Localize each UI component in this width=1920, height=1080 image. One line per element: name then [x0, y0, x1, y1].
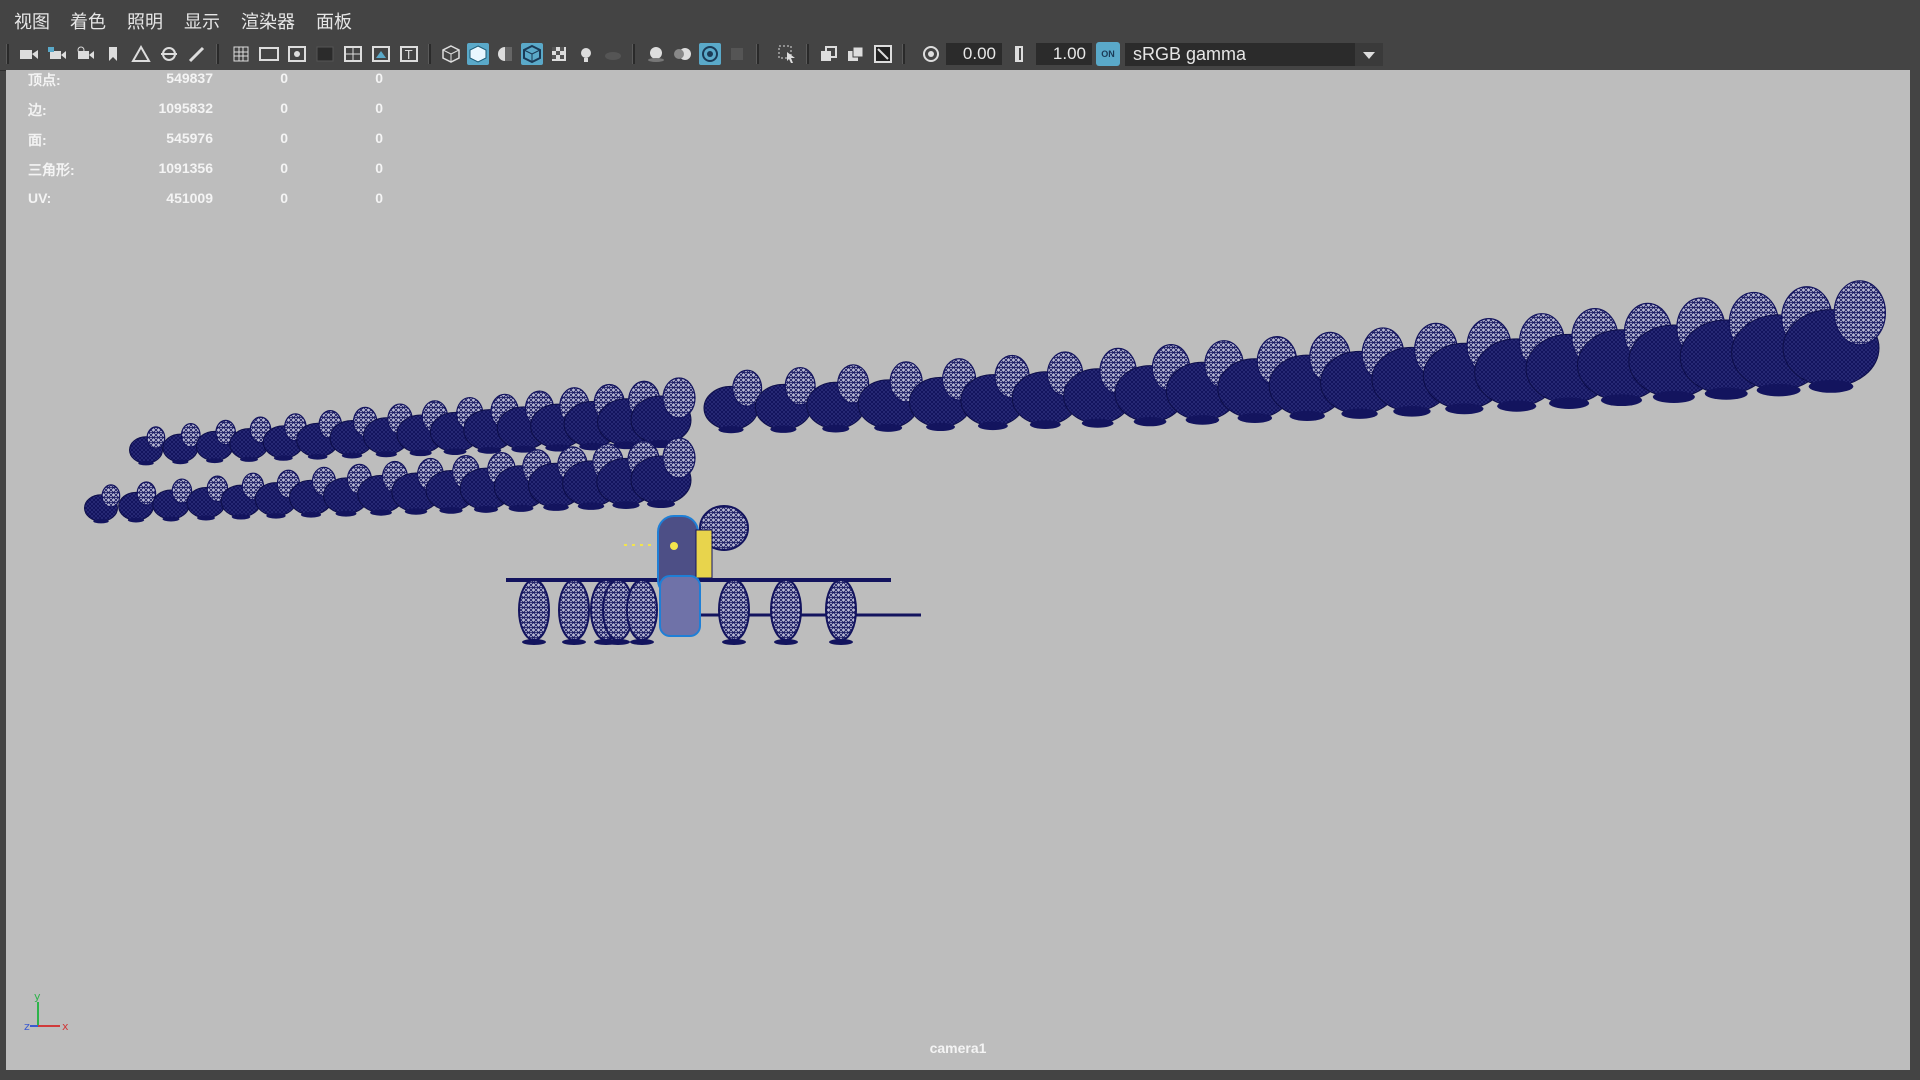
menu-renderer[interactable]: 渲染器: [241, 8, 295, 34]
camera-lock-icon[interactable]: [74, 43, 96, 65]
gamma-icon[interactable]: [920, 43, 942, 65]
panel-menubar: 视图 着色 照明 显示 渲染器 面板: [0, 0, 1920, 38]
toolbar-separator: [6, 44, 9, 64]
colorspace-value: sRGB gamma: [1133, 44, 1247, 64]
character-mesh[interactable]: [152, 478, 193, 522]
safe-action-icon[interactable]: [370, 43, 392, 65]
panel-edge-right: [1910, 70, 1920, 1070]
xray-joints-icon[interactable]: [872, 43, 894, 65]
axis-x-label: x: [62, 1020, 69, 1032]
default-material-icon[interactable]: [494, 43, 516, 65]
character-mesh[interactable]: [162, 423, 201, 465]
menu-show[interactable]: 显示: [184, 8, 220, 34]
exposure-icon[interactable]: [1008, 43, 1030, 65]
field-chart-icon[interactable]: [342, 43, 364, 65]
colorspace-dropdown[interactable]: sRGB gamma: [1125, 43, 1383, 66]
grid-icon[interactable]: [230, 43, 252, 65]
resolution-gate-icon[interactable]: [286, 43, 308, 65]
view-axis-indicator: y z x: [24, 990, 74, 1033]
wireframe-shading-icon[interactable]: [440, 43, 462, 65]
character-instances-upper-row[interactable]: [703, 280, 1887, 434]
menu-view[interactable]: 视图: [14, 8, 50, 34]
character-mesh[interactable]: [718, 579, 750, 645]
xray-active-components-icon[interactable]: [845, 43, 867, 65]
toolbar-separator: [216, 44, 219, 64]
character-mesh[interactable]: [518, 579, 550, 645]
character-mesh[interactable]: [626, 579, 658, 645]
toolbar-separator: [428, 44, 431, 64]
scene-wireframe-models[interactable]: [6, 70, 1910, 1070]
color-management-toggle[interactable]: ON: [1096, 42, 1120, 66]
menu-panels[interactable]: 面板: [316, 8, 352, 34]
gate-mask-icon[interactable]: [314, 43, 336, 65]
axis-y-label: y: [34, 992, 41, 1003]
character-mesh[interactable]: [770, 579, 802, 645]
toolbar-separator: [756, 44, 759, 64]
character-mesh[interactable]: [558, 579, 590, 645]
textured-icon[interactable]: [548, 43, 570, 65]
image-plane-icon[interactable]: [130, 43, 152, 65]
gamma-field[interactable]: 0.00: [946, 43, 1002, 65]
character-mesh[interactable]: [84, 484, 121, 524]
color-management-badge: ON: [1101, 49, 1115, 59]
panel-edge-bottom: [0, 1070, 1920, 1080]
character-mesh[interactable]: [118, 481, 157, 523]
film-gate-icon[interactable]: [258, 43, 280, 65]
toolbar-separator: [632, 44, 635, 64]
menu-lighting[interactable]: 照明: [127, 8, 163, 34]
menu-shading[interactable]: 着色: [70, 8, 106, 34]
exposure-field[interactable]: 1.00: [1036, 43, 1092, 65]
select-camera-icon[interactable]: [18, 43, 40, 65]
toolbar-separator: [806, 44, 809, 64]
bookmark-icon[interactable]: [102, 43, 124, 65]
anti-aliasing-icon[interactable]: [699, 43, 721, 65]
two-d-pan-zoom-icon[interactable]: [158, 43, 180, 65]
maya-viewport-window: 视图 着色 照明 显示 渲染器 面板 T 0.00 1.00 ON sRGB g…: [0, 0, 1920, 1080]
axis-z-label: z: [24, 1020, 30, 1032]
safe-title-icon[interactable]: T: [398, 43, 420, 65]
ambient-occlusion-icon[interactable]: [645, 43, 667, 65]
xray-icon[interactable]: [818, 43, 840, 65]
use-all-lights-icon[interactable]: [575, 43, 597, 65]
character-mesh[interactable]: [825, 579, 857, 645]
depth-of-field-icon[interactable]: [726, 43, 748, 65]
3d-viewport[interactable]: 顶点: 549837 0 0 边: 1095832 0 0 面: 545976 …: [6, 70, 1910, 1070]
shadows-icon[interactable]: [602, 43, 624, 65]
character-instances-front-row[interactable]: [506, 578, 921, 645]
wireframe-on-shaded-icon[interactable]: [521, 43, 543, 65]
svg-text:T: T: [404, 48, 413, 62]
chevron-down-icon[interactable]: [1355, 43, 1383, 66]
camera-name-label: camera1: [929, 1040, 987, 1056]
camera-attributes-icon[interactable]: [46, 43, 68, 65]
character-mesh[interactable]: [129, 426, 166, 466]
motion-blur-icon[interactable]: [672, 43, 694, 65]
character-mesh[interactable]: [703, 369, 763, 434]
grease-pencil-icon[interactable]: [186, 43, 208, 65]
isolate-select-icon[interactable]: [776, 43, 798, 65]
panel-toolbar: T 0.00 1.00 ON sRGB gamma: [0, 38, 1920, 71]
character-mesh[interactable]: [754, 366, 816, 433]
smooth-shading-icon[interactable]: [467, 43, 489, 65]
toolbar-separator: [902, 44, 905, 64]
